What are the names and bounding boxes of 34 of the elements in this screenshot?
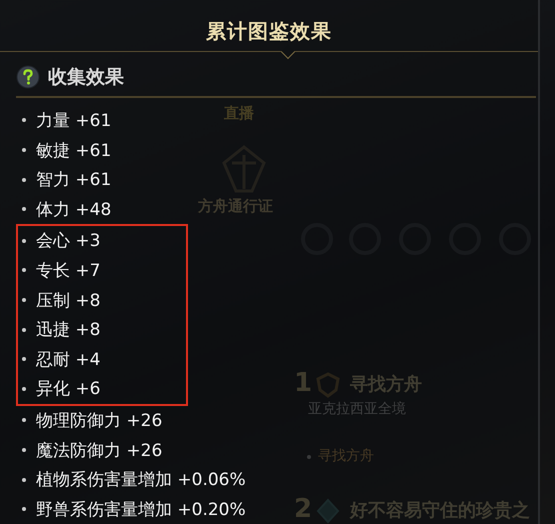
- effect-text: 智力 +61: [36, 169, 112, 192]
- bullet-dot: [22, 178, 26, 182]
- bullet-dot: [22, 207, 26, 212]
- effect-text: 植物系伤害量增加 +0.06%: [36, 469, 246, 492]
- bullet-dot: [22, 298, 26, 302]
- bullet-dot: [307, 455, 311, 459]
- bullet-dot: [22, 268, 26, 272]
- effect-text: 魔法防御力 +26: [36, 440, 162, 462]
- help-icon[interactable]: [16, 64, 40, 89]
- shield-icon: [316, 372, 340, 398]
- section-title: 收集效果: [48, 64, 124, 90]
- effect-text: 物理防御力 +26: [36, 410, 162, 432]
- bullet-dot: [22, 357, 26, 362]
- bullet-dot: [22, 386, 26, 391]
- effect-text: 体力 +48: [36, 198, 112, 221]
- bullet-dot: [22, 238, 26, 243]
- bullet-dot: [22, 148, 26, 152]
- bullet-dot: [22, 448, 26, 452]
- effect-text: 敏捷 +61: [36, 140, 112, 162]
- bullet-dot: [22, 118, 26, 122]
- bullet-dot: [22, 478, 26, 482]
- effect-text: 忍耐 +4: [36, 348, 100, 371]
- diamond-icon: [316, 498, 340, 524]
- bullet-dot: [22, 328, 26, 332]
- effect-text: 异化 +6: [36, 378, 100, 400]
- bullet-dot: [22, 507, 26, 512]
- effect-text: 野兽系伤害量增加 +0.20%: [36, 498, 246, 521]
- bullet-dot: [22, 418, 26, 422]
- effect-text: 会心 +3: [36, 230, 100, 252]
- panel-title: 累计图鉴效果: [206, 18, 332, 45]
- effect-text: 力量 +61: [36, 110, 112, 132]
- effect-text: 压制 +8: [36, 290, 100, 312]
- effect-text: 迅捷 +8: [36, 319, 100, 342]
- effect-text: 专长 +7: [36, 260, 100, 282]
